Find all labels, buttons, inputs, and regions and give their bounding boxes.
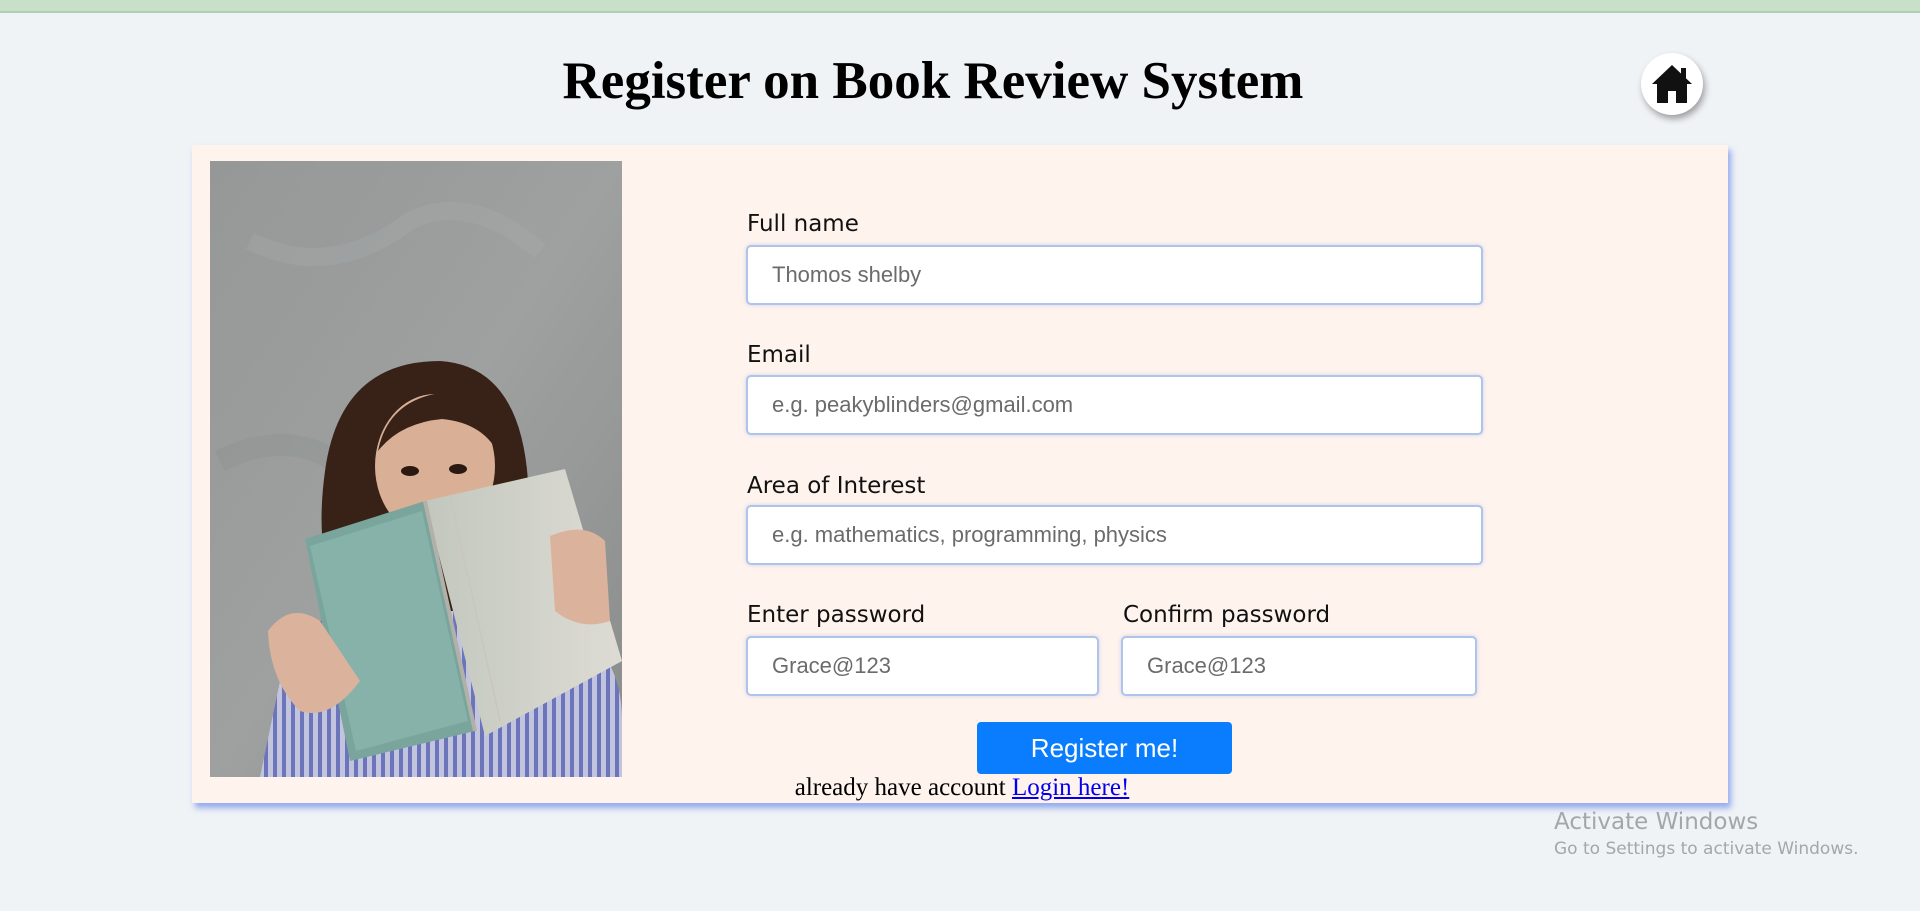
page-title: Register on Book Review System (562, 52, 1304, 110)
full-name-label: Full name (747, 211, 859, 237)
interest-label: Area of Interest (747, 473, 926, 499)
top-strip (0, 0, 1920, 13)
confirm-password-label: Confirm password (1123, 602, 1331, 628)
interest-input[interactable] (746, 505, 1483, 565)
login-prompt-text: already have account (794, 774, 1006, 801)
register-card: Full name Email Area of Interest Enter p… (192, 145, 1728, 803)
confirm-password-input[interactable] (1121, 636, 1477, 696)
register-button[interactable]: Register me! (977, 722, 1232, 774)
full-name-input[interactable] (746, 245, 1483, 305)
email-label: Email (747, 342, 811, 368)
password-input[interactable] (746, 636, 1099, 696)
login-link[interactable]: Login here! (1012, 774, 1129, 801)
home-icon (1652, 65, 1692, 103)
password-label: Enter password (747, 602, 926, 628)
login-prompt: already have account Login here! (192, 772, 1732, 804)
watermark-subtitle: Go to Settings to activate Windows. (1554, 839, 1859, 859)
watermark-title: Activate Windows (1554, 809, 1759, 835)
home-button[interactable] (1641, 53, 1703, 115)
activate-windows-watermark: Activate Windows Go to Settings to activ… (1554, 807, 1859, 861)
reader-photo (210, 161, 622, 777)
email-input[interactable] (746, 375, 1483, 435)
